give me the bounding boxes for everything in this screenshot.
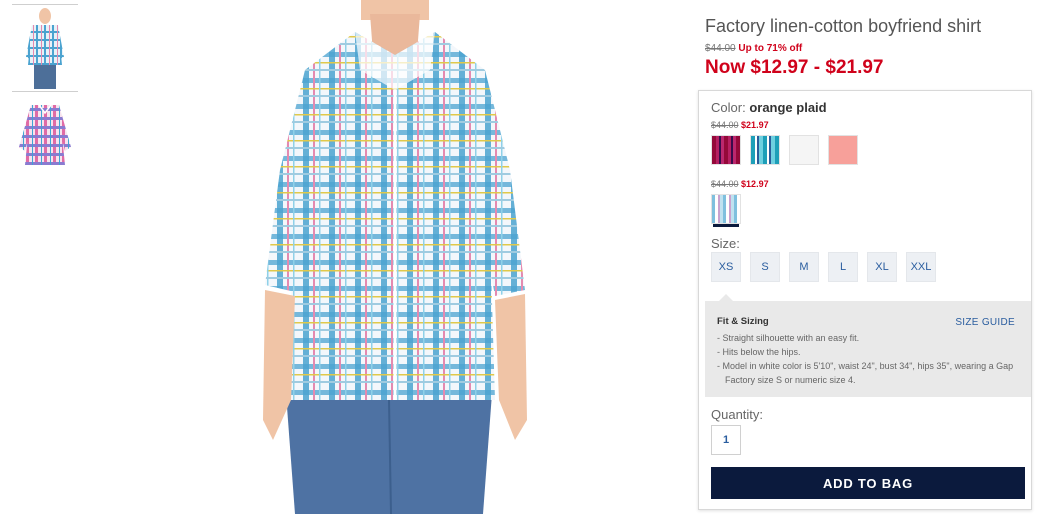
group-original-price: $44.00 xyxy=(711,179,739,189)
fit-detail-item: - Model in white color is 5'10", waist 2… xyxy=(717,361,1014,385)
swatch-group-price-2: $44.00 $12.97 xyxy=(711,179,769,189)
size-xxl-button[interactable]: XXL xyxy=(906,252,936,282)
size-s-button[interactable]: S xyxy=(750,252,780,282)
fit-detail-item: - Straight silhouette with an easy fit. xyxy=(717,333,860,343)
swatch-group-price-1: $44.00 $21.97 xyxy=(711,120,769,130)
model-photo xyxy=(263,0,527,514)
purchase-panel: Color: orange plaid $44.00 $21.97 $44.00… xyxy=(698,90,1032,510)
thumbnail-strip xyxy=(12,4,78,178)
thumbnail-pink-plaid[interactable] xyxy=(12,91,78,178)
fit-box-pointer xyxy=(719,294,733,301)
size-options: XS S M L XL XXL xyxy=(711,252,936,282)
fit-detail-item: - Hits below the hips. xyxy=(717,347,801,357)
shirt-thumbnail-blue xyxy=(26,8,64,89)
size-m-button[interactable]: M xyxy=(789,252,819,282)
group-sale-price: $21.97 xyxy=(741,120,769,130)
swatch-orange-plaid[interactable] xyxy=(711,194,741,224)
size-guide-link[interactable]: SIZE GUIDE xyxy=(955,317,1015,328)
color-label: Color: xyxy=(711,100,746,115)
quantity-input[interactable] xyxy=(711,425,741,455)
size-l-button[interactable]: L xyxy=(828,252,858,282)
size-xs-button[interactable]: XS xyxy=(711,252,741,282)
color-selection-label: Color: orange plaid xyxy=(711,100,827,115)
swatch-turquoise-plaid[interactable] xyxy=(750,135,780,165)
size-xl-button[interactable]: XL xyxy=(867,252,897,282)
swatch-white[interactable] xyxy=(789,135,819,165)
selected-color-name: orange plaid xyxy=(749,100,827,115)
fit-details-list: - Straight silhouette with an easy fit. … xyxy=(717,331,1019,387)
quantity-label: Quantity: xyxy=(711,407,764,422)
add-to-bag-button[interactable]: ADD TO BAG xyxy=(711,467,1025,499)
swatch-pink-plaid[interactable] xyxy=(711,135,741,165)
product-title: Factory linen-cotton boyfriend shirt xyxy=(705,16,982,36)
shirt-thumbnail-pink xyxy=(19,104,71,165)
swatch-group-1 xyxy=(711,135,858,165)
group-sale-price: $12.97 xyxy=(741,179,769,189)
product-main-image[interactable] xyxy=(225,0,555,514)
thumbnail-blue-plaid[interactable] xyxy=(12,4,78,91)
group-original-price: $44.00 xyxy=(711,120,739,130)
original-price: $44.00 xyxy=(705,43,736,54)
swatch-coral[interactable] xyxy=(828,135,858,165)
fit-and-sizing-box: Fit & Sizing SIZE GUIDE - Straight silho… xyxy=(705,294,1031,397)
price-summary: $44.00 Up to 71% off xyxy=(705,43,802,54)
discount-text: Up to 71% off xyxy=(738,43,803,54)
swatch-group-2 xyxy=(711,194,741,224)
now-price: Now $12.97 - $21.97 xyxy=(705,57,884,78)
size-label: Size: xyxy=(711,236,740,251)
